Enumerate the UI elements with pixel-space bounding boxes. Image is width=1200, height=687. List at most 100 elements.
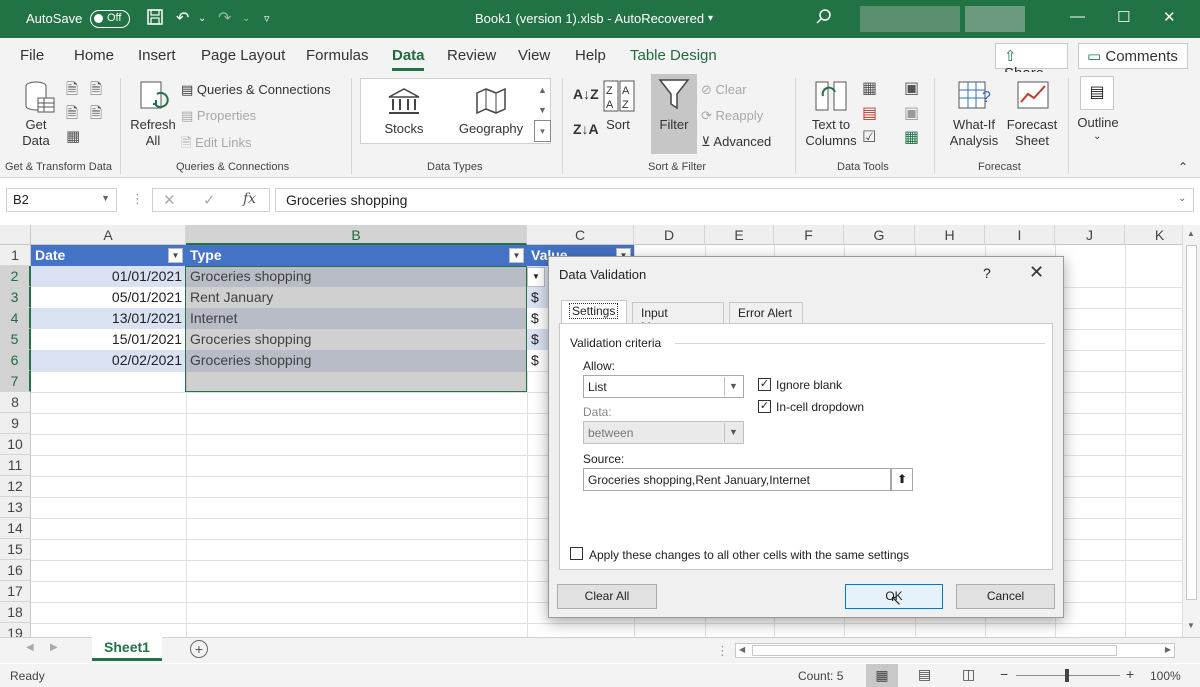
ignore-blank-checkbox[interactable]: ✓ xyxy=(758,378,771,391)
tab-error-alert[interactable]: Error Alert xyxy=(729,302,803,324)
row-header[interactable]: 4 xyxy=(0,308,31,329)
table-cell-date[interactable]: 13/01/2021 xyxy=(31,308,186,329)
zoom-slider-handle[interactable] xyxy=(1065,669,1069,682)
text-to-columns-button[interactable]: Text to Columns xyxy=(800,117,862,149)
account-area[interactable] xyxy=(860,6,960,32)
flash-fill-icon[interactable]: ▦ xyxy=(862,78,877,98)
expand-formula-icon[interactable]: ⌄ xyxy=(1178,193,1186,204)
row-header[interactable]: 17 xyxy=(0,581,31,602)
column-header-b[interactable]: B xyxy=(186,225,527,245)
recent-sources-icon[interactable]: 🗎 xyxy=(90,79,102,104)
row-header[interactable]: 7 xyxy=(0,371,31,392)
page-layout-view-icon[interactable]: ▤ xyxy=(918,666,931,683)
column-header-k[interactable]: K xyxy=(1125,225,1182,245)
what-if-analysis-button[interactable]: What-If Analysis xyxy=(942,117,1006,149)
table-cell-value[interactable]: $ xyxy=(527,350,548,371)
gallery-scroll[interactable]: ▲ ▼ ▾ xyxy=(534,80,551,142)
row-header[interactable]: 9 xyxy=(0,413,31,434)
horizontal-scroll-thumb[interactable] xyxy=(752,645,1117,656)
vertical-scroll-thumb[interactable] xyxy=(1186,245,1197,600)
sheet-tab-sheet1[interactable]: Sheet1 xyxy=(92,637,162,661)
horizontal-scrollbar[interactable]: ◀ ▶ xyxy=(735,643,1175,658)
tab-table-design[interactable]: Table Design xyxy=(630,47,717,64)
tab-data[interactable]: Data xyxy=(392,47,425,64)
refresh-all-button[interactable]: Refresh All xyxy=(128,117,178,149)
geography-button[interactable]: Geography xyxy=(453,121,529,137)
from-text-icon[interactable]: 🗎 xyxy=(66,79,78,104)
search-icon[interactable] xyxy=(815,8,833,31)
row-header[interactable]: 11 xyxy=(0,455,31,476)
enter-icon[interactable]: ✓ xyxy=(203,191,216,209)
row-header[interactable]: 6 xyxy=(0,350,31,371)
collapse-dialog-icon[interactable]: ⬆ xyxy=(891,468,913,491)
tab-view[interactable]: View xyxy=(518,47,550,64)
data-select[interactable]: between ▼ xyxy=(583,421,744,444)
apply-all-checkbox[interactable] xyxy=(570,547,583,560)
from-web-icon[interactable]: 🗎 xyxy=(66,103,78,128)
row-header[interactable]: 1 xyxy=(0,245,31,266)
select-all-corner[interactable] xyxy=(0,225,31,245)
name-box-dropdown-icon[interactable]: ▼ xyxy=(101,193,110,203)
scroll-left-icon[interactable]: ◀ xyxy=(739,645,745,654)
scroll-right-icon[interactable]: ▶ xyxy=(1165,645,1171,654)
tab-split-icon[interactable]: ⋮ xyxy=(716,643,729,659)
save-icon[interactable] xyxy=(146,8,164,31)
properties-button[interactable]: ▤ Properties xyxy=(181,108,256,124)
formula-input[interactable]: Groceries shopping xyxy=(275,188,1194,212)
existing-connections-icon[interactable]: 🗎 xyxy=(90,103,102,128)
column-header-d[interactable]: D xyxy=(634,225,705,245)
row-header[interactable]: 2 xyxy=(0,266,31,287)
dialog-close-icon[interactable]: ✕ xyxy=(1029,262,1044,283)
row-header[interactable]: 3 xyxy=(0,287,31,308)
table-header-date[interactable]: Date xyxy=(31,245,186,266)
row-header[interactable]: 12 xyxy=(0,476,31,497)
row-header[interactable]: 10 xyxy=(0,434,31,455)
gallery-down-icon[interactable]: ▼ xyxy=(534,100,551,120)
row-header[interactable]: 16 xyxy=(0,560,31,581)
queries-connections-button[interactable]: ▤ Queries & Connections xyxy=(181,82,331,98)
vertical-scrollbar[interactable]: ▲ ▼ xyxy=(1182,225,1200,637)
zoom-level[interactable]: 100% xyxy=(1150,669,1181,683)
collapse-ribbon-icon[interactable]: ⌃ xyxy=(1178,160,1188,174)
reapply-button[interactable]: ⟳ Reapply xyxy=(701,108,763,124)
gallery-up-icon[interactable]: ▲ xyxy=(534,80,551,100)
insert-function-icon[interactable]: fx xyxy=(243,191,256,207)
edit-links-button[interactable]: 🗎 Edit Links xyxy=(181,134,251,156)
share-button[interactable]: ⇧ Share xyxy=(995,43,1068,82)
advanced-button[interactable]: ⊻ Advanced xyxy=(701,134,771,150)
scroll-down-icon[interactable]: ▼ xyxy=(1187,621,1195,630)
redo-dropdown-icon[interactable]: ⌄ xyxy=(242,13,250,24)
row-header[interactable]: 18 xyxy=(0,602,31,623)
clear-all-button[interactable]: Clear All xyxy=(557,584,657,609)
table-cell-date[interactable]: 02/02/2021 xyxy=(31,350,186,371)
row-header[interactable]: 15 xyxy=(0,539,31,560)
filter-dropdown-icon[interactable]: ▼ xyxy=(509,248,524,263)
consolidate-icon[interactable]: ▣ xyxy=(904,78,919,98)
row-header[interactable]: 19 xyxy=(0,623,31,637)
filter-dropdown-icon[interactable]: ▼ xyxy=(168,248,183,263)
zoom-out-icon[interactable]: − xyxy=(1000,666,1008,682)
redo-icon[interactable]: ↷ xyxy=(218,8,231,28)
column-header-a[interactable]: A xyxy=(31,225,186,245)
column-header-g[interactable]: G xyxy=(844,225,915,245)
get-data-button[interactable]: Get Data xyxy=(14,117,58,149)
row-header[interactable]: 5 xyxy=(0,329,31,350)
tab-page-layout[interactable]: Page Layout xyxy=(201,47,285,64)
tab-home[interactable]: Home xyxy=(74,47,114,64)
tab-file[interactable]: File xyxy=(20,47,44,64)
zoom-in-icon[interactable]: + xyxy=(1126,666,1134,682)
relationships-icon[interactable]: ▣ xyxy=(904,103,919,123)
tab-review[interactable]: Review xyxy=(447,47,496,64)
column-header-j[interactable]: J xyxy=(1055,225,1125,245)
sort-button[interactable]: Sort xyxy=(598,117,638,133)
column-header-c[interactable]: C xyxy=(527,225,634,245)
stocks-button[interactable]: Stocks xyxy=(377,121,431,137)
sort-az-icon[interactable]: A↓Z xyxy=(573,86,599,102)
tab-help[interactable]: Help xyxy=(575,47,606,64)
table-cell-date[interactable]: 05/01/2021 xyxy=(31,287,186,308)
column-header-i[interactable]: I xyxy=(985,225,1055,245)
page-break-view-icon[interactable]: ◫ xyxy=(962,666,975,683)
cell-dropdown-icon[interactable]: ▼ xyxy=(527,267,545,287)
column-header-f[interactable]: F xyxy=(774,225,844,245)
add-sheet-icon[interactable]: + xyxy=(190,640,208,658)
